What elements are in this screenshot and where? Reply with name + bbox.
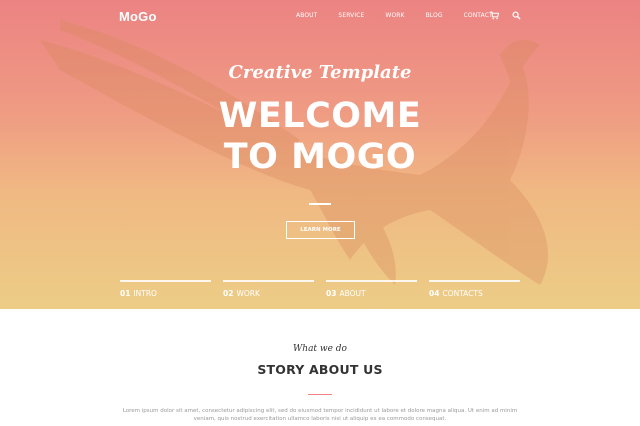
about-title: STORY ABOUT US: [257, 362, 383, 377]
nav-item-blog[interactable]: Blog: [426, 12, 443, 19]
slide-tab-text: CONTACTS: [442, 289, 483, 298]
hero-title-line2: TO MOGO: [223, 137, 417, 177]
brand-logo[interactable]: MoGo: [119, 9, 157, 24]
hero-title: WELCOME TO MOGO: [0, 96, 640, 178]
slide-tab-label: 04 CONTACTS: [429, 289, 483, 298]
slide-tab-label: 01 INTRO: [120, 289, 157, 298]
slide-tab-bar: [223, 280, 314, 282]
slide-tab-intro[interactable]: 01 INTRO: [120, 280, 211, 302]
slide-tab-number: 03: [326, 289, 337, 298]
nav-item-work[interactable]: Work: [385, 12, 404, 19]
hero-title-line1: WELCOME: [218, 96, 422, 136]
slide-tab-about[interactable]: 03 ABOUT: [326, 280, 417, 302]
hero-section: MoGo About Service Work Blog Contact Cre…: [0, 0, 640, 309]
slide-tab-label: 03 ABOUT: [326, 289, 366, 298]
nav-item-contact[interactable]: Contact: [464, 12, 493, 19]
slide-tab-bar: [326, 280, 417, 282]
hero-divider: [309, 203, 331, 205]
hero-slide-tabs: 01 INTRO 02 WORK 03 ABOUT 04 CONTACTS: [120, 280, 520, 302]
about-divider: [308, 394, 332, 395]
slide-tab-number: 01: [120, 289, 131, 298]
slide-tab-work[interactable]: 02 WORK: [223, 280, 314, 302]
slide-tab-number: 04: [429, 289, 440, 298]
about-kicker: What we do: [293, 344, 347, 354]
search-icon[interactable]: [512, 11, 521, 20]
hero-subtitle: Creative Template: [228, 62, 412, 83]
nav-menu: About Service Work Blog Contact: [296, 12, 514, 19]
slide-tab-text: INTRO: [133, 289, 157, 298]
slide-tab-number: 02: [223, 289, 234, 298]
nav-item-service[interactable]: Service: [338, 12, 364, 19]
slide-tab-label: 02 WORK: [223, 289, 260, 298]
nav-item-about[interactable]: About: [296, 12, 317, 19]
slide-tab-contacts[interactable]: 04 CONTACTS: [429, 280, 520, 302]
learn-more-button[interactable]: LEARN MORE: [286, 221, 355, 239]
top-navigation: MoGo About Service Work Blog Contact: [0, 0, 640, 34]
slide-tab-bar: [120, 280, 211, 282]
slide-tab-text: WORK: [236, 289, 260, 298]
slide-tab-text: ABOUT: [339, 289, 366, 298]
cart-icon[interactable]: [490, 11, 499, 20]
slide-tab-bar: [429, 280, 520, 282]
about-text: Lorem ipsum dolor sit amet, consectetur …: [122, 408, 518, 422]
